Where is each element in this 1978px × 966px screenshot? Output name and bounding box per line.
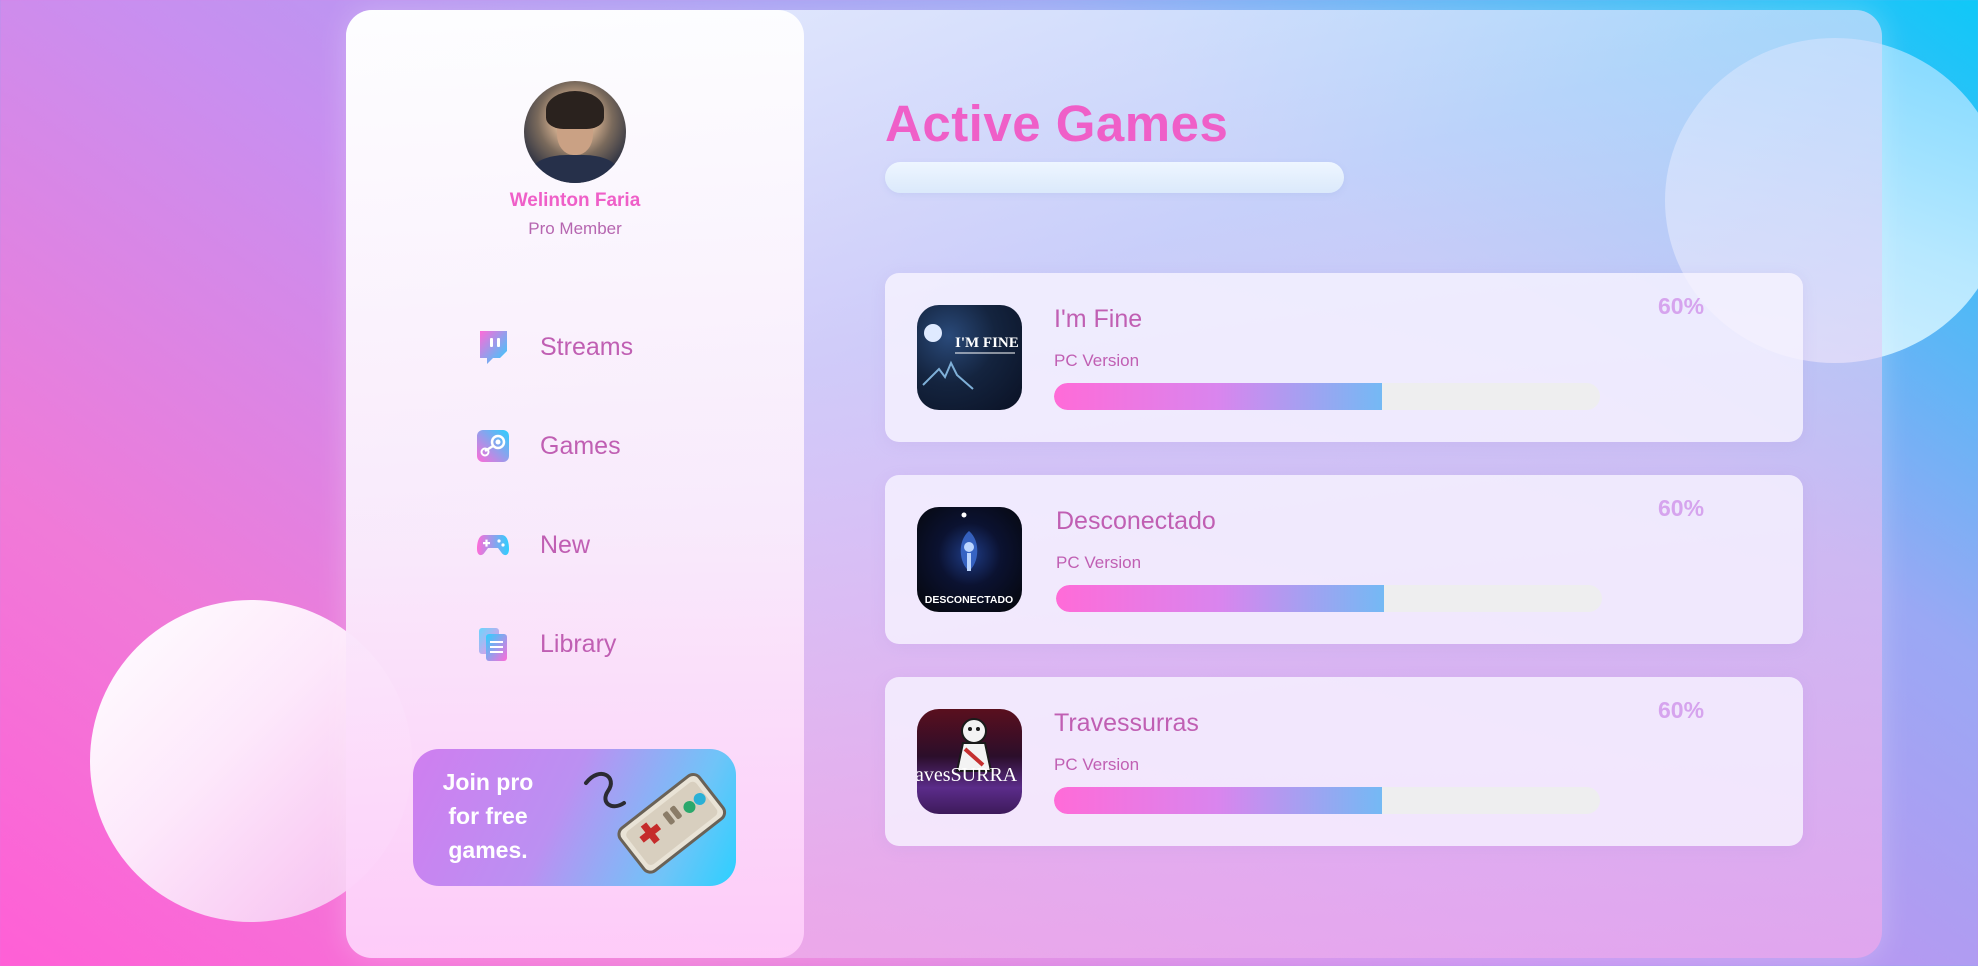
- progress-percent: 60%: [1658, 293, 1705, 319]
- sidebar-item-label: Streams: [540, 332, 634, 361]
- game-cover-art: DESCONECTADO: [925, 512, 1013, 606]
- progress-fill: [1056, 585, 1384, 612]
- progress-percent: 60%: [1658, 697, 1705, 723]
- user-tier: Pro Member: [528, 219, 622, 238]
- sidebar-item-library[interactable]: Library: [476, 624, 616, 664]
- game-cover: I'M FINE: [917, 305, 1022, 410]
- avatar-shirt: [532, 155, 618, 183]
- game-card[interactable]: avesSURRA Travessurras PC Version 60%: [885, 677, 1803, 846]
- sidebar-item-label: Library: [540, 629, 617, 658]
- promo-line: Join pro: [442, 769, 534, 795]
- game-platform: PC Version: [1054, 351, 1140, 370]
- cover-text: DESCONECTADO: [925, 594, 1013, 606]
- cover-text: avesSURRA: [917, 764, 1018, 786]
- steam-icon: [476, 429, 510, 463]
- user-name: Welinton Faria: [509, 190, 641, 211]
- progress-bar: [1056, 585, 1602, 612]
- game-cover-art: avesSURRA: [917, 718, 1018, 786]
- progress-fill: [1054, 787, 1382, 814]
- progress-percent: 60%: [1658, 495, 1705, 521]
- sidebar-item-label: New: [540, 530, 591, 559]
- retro-controller-icon: [584, 771, 727, 874]
- game-cover: avesSURRA: [917, 709, 1022, 814]
- game-title: I'm Fine: [1054, 305, 1143, 333]
- avatar[interactable]: [524, 81, 626, 183]
- promo-text: Join pro for free games.: [433, 765, 543, 867]
- twitch-icon: [476, 330, 510, 364]
- cover-text: I'M FINE: [955, 335, 1019, 351]
- promo-line: games.: [448, 837, 528, 863]
- progress-fill: [1054, 383, 1382, 410]
- sidebar-item-new[interactable]: New: [476, 525, 590, 565]
- promo-line: for free: [448, 803, 528, 829]
- game-card[interactable]: DESCONECTADO Desconectado PC Version 60%: [885, 475, 1803, 644]
- sidebar-item-games[interactable]: Games: [476, 426, 621, 466]
- sidebar-item-streams[interactable]: Streams: [476, 327, 633, 367]
- game-card[interactable]: I'M FINE I'm Fine PC Version 60%: [885, 273, 1803, 442]
- library-icon: [476, 627, 510, 661]
- game-platform: PC Version: [1056, 553, 1142, 572]
- gamepad-icon: [476, 528, 510, 562]
- search-bar[interactable]: [885, 162, 1344, 193]
- join-pro-promo[interactable]: Join pro for free games.: [413, 749, 736, 886]
- sidebar-item-label: Games: [540, 431, 621, 460]
- game-title: Desconectado: [1056, 507, 1216, 535]
- avatar-hair: [546, 91, 604, 129]
- progress-bar: [1054, 787, 1600, 814]
- progress-bar: [1054, 383, 1600, 410]
- game-cover-art: I'M FINE: [922, 324, 1019, 390]
- game-platform: PC Version: [1054, 755, 1140, 774]
- page-title: Active Games: [885, 95, 1229, 152]
- game-title: Travessurras: [1054, 709, 1199, 737]
- game-cover: DESCONECTADO: [917, 507, 1022, 612]
